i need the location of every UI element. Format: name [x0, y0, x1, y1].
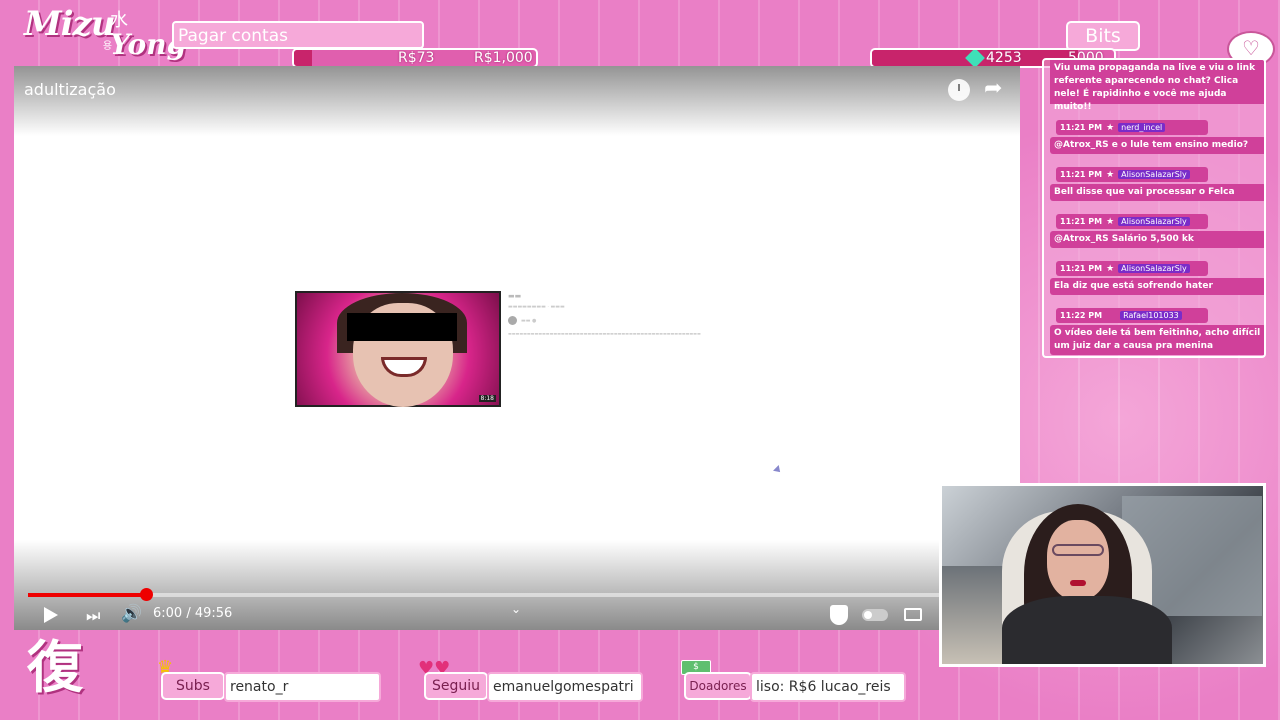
- star-icon: ★: [1106, 263, 1115, 274]
- chat-message: 11:22 PM Rafael101033 O vídeo dele tá be…: [1050, 308, 1264, 355]
- video-player[interactable]: adultização ➦ 8:18 ▬▬ ▬▬▬▬▬▬▬▬ · ▬▬▬ ▬▬ …: [14, 66, 1020, 630]
- chat-message-header: 11:21 PM ★ AlisonSalazarSly: [1056, 214, 1208, 229]
- follow-label: Seguiu: [424, 672, 488, 700]
- chat-message-text: @Atrox_RS e o lule tem ensino medio?: [1050, 137, 1264, 154]
- chat-username[interactable]: AlisonSalazarSly: [1118, 264, 1190, 273]
- follow-value: emanuelgomespatri: [487, 672, 643, 702]
- webcam-feed: [939, 483, 1266, 667]
- shield-icon[interactable]: [830, 605, 848, 625]
- video-title[interactable]: adultização: [24, 80, 116, 99]
- webcam-lips: [1070, 580, 1086, 586]
- chat-username[interactable]: AlisonSalazarSly: [1118, 170, 1190, 179]
- chat-username[interactable]: Rafael101033: [1120, 311, 1182, 320]
- blurred-views-line: ▬▬▬▬▬▬▬▬ · ▬▬▬: [508, 304, 565, 310]
- goal-target: R$1,000: [474, 50, 533, 66]
- chat-message-header: 11:21 PM ★ AlisonSalazarSly: [1056, 261, 1208, 276]
- chat-timestamp: 11:22 PM: [1060, 311, 1103, 320]
- chat-partial-message: Viu uma propaganda na live e viu o link …: [1050, 60, 1264, 112]
- chat-panel[interactable]: Viu uma propaganda na live e viu o link …: [1042, 58, 1266, 358]
- donors-label: Doadores: [684, 672, 752, 700]
- chat-message-header: 11:21 PM ★ nerd_incel: [1056, 120, 1208, 135]
- chat-message-text: Ela diz que está sofrendo hater: [1050, 278, 1264, 295]
- webcam-face: [1047, 520, 1109, 600]
- next-icon[interactable]: ⏭: [86, 606, 100, 626]
- subtitles-icon[interactable]: [904, 608, 922, 621]
- chat-timestamp: 11:21 PM: [1060, 217, 1103, 226]
- goal-progress-bar: R$73 R$1,000: [292, 48, 538, 68]
- blurred-channel: ▬▬ ●: [508, 316, 788, 325]
- chat-message: 11:21 PM ★ AlisonSalazarSly Ela diz que …: [1050, 261, 1264, 295]
- chat-timestamp: 11:21 PM: [1060, 123, 1103, 132]
- chat-timestamp: 11:21 PM: [1060, 264, 1103, 273]
- censor-bar: [347, 313, 457, 341]
- kanji-logo: 復: [27, 636, 83, 701]
- video-scrubber-knob[interactable]: [139, 588, 153, 601]
- blurred-description: ▬▬▬▬▬▬▬▬▬▬▬▬▬▬▬▬▬▬▬▬▬▬▬▬▬▬▬▬▬▬▬▬▬▬▬▬▬▬▬▬…: [508, 331, 701, 336]
- goal-progress-fill: [294, 50, 312, 66]
- thumbnail-duration: 8:18: [478, 395, 496, 402]
- watch-later-icon[interactable]: [948, 79, 970, 101]
- bits-current: 4253: [986, 50, 1022, 66]
- chat-message-text: @Atrox_RS Salário 5,500 kk: [1050, 231, 1264, 248]
- share-icon[interactable]: ➦: [984, 76, 1002, 101]
- chat-timestamp: 11:21 PM: [1060, 170, 1103, 179]
- volume-icon[interactable]: 🔊: [121, 604, 142, 624]
- webcam-glasses: [1052, 544, 1104, 556]
- chevron-down-icon[interactable]: ⌄: [511, 602, 521, 616]
- channel-avatar: [508, 316, 517, 325]
- channel-logo: Mizu 水 용 Yong: [24, 4, 186, 62]
- mouse-cursor-icon: [773, 465, 783, 475]
- subs-value: renato_r: [224, 672, 381, 702]
- autoplay-toggle[interactable]: [862, 609, 888, 621]
- video-progress-bar[interactable]: [28, 588, 1008, 601]
- star-icon: ★: [1106, 122, 1115, 133]
- chat-message-header: 11:22 PM Rafael101033: [1056, 308, 1208, 323]
- chat-message-text: Bell disse que vai processar o Felca: [1050, 184, 1264, 201]
- chat-username[interactable]: nerd_incel: [1118, 123, 1166, 132]
- chat-message-text: O vídeo dele tá bem feitinho, acho difíc…: [1050, 325, 1264, 355]
- goal-title: Pagar contas: [172, 21, 424, 49]
- video-progress-played: [28, 593, 146, 597]
- play-icon[interactable]: [44, 607, 58, 623]
- video-metadata-blurred: ▬▬ ▬▬▬▬▬▬▬▬ · ▬▬▬ ▬▬ ● ▬▬▬▬▬▬▬▬▬▬▬▬▬▬▬▬▬…: [508, 292, 788, 336]
- chat-username[interactable]: AlisonSalazarSly: [1118, 217, 1190, 226]
- video-time: 6:00 / 49:56: [153, 606, 233, 621]
- donors-value: liso: R$6 lucao_reis: [750, 672, 906, 702]
- bits-label: Bits: [1066, 21, 1140, 51]
- chat-message-header: 11:21 PM ★ AlisonSalazarSly: [1056, 167, 1208, 182]
- star-icon: ★: [1106, 169, 1115, 180]
- chat-message: 11:21 PM ★ AlisonSalazarSly @Atrox_RS Sa…: [1050, 214, 1264, 248]
- video-top-gradient: [14, 66, 1020, 136]
- blurred-title-line: ▬▬: [508, 292, 522, 300]
- goal-current: R$73: [398, 50, 435, 66]
- video-thumbnail[interactable]: 8:18: [295, 291, 501, 407]
- chat-message: 11:21 PM ★ AlisonSalazarSly Bell disse q…: [1050, 167, 1264, 201]
- webcam-shirt: [1002, 596, 1172, 664]
- star-icon: ★: [1106, 216, 1115, 227]
- toggle-knob: [864, 611, 872, 619]
- subs-label: Subs: [161, 672, 225, 700]
- chat-message: 11:21 PM ★ nerd_incel @Atrox_RS e o lule…: [1050, 120, 1264, 154]
- logo-word-mizu: Mizu: [24, 4, 116, 44]
